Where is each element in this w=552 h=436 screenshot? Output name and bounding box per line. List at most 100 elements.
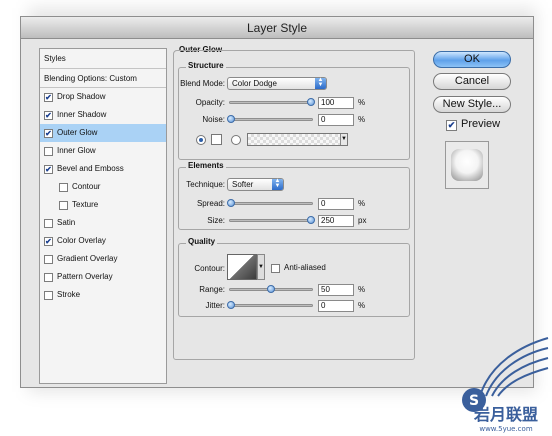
watermark-url: www.5yue.com	[479, 425, 532, 433]
noise-unit: %	[358, 115, 366, 124]
spread-unit: %	[358, 199, 366, 208]
gradient-dropdown-icon[interactable]: ▼	[340, 134, 347, 145]
preview-label: Preview	[461, 118, 501, 130]
spread-label: Spread:	[196, 199, 225, 208]
watermark-text: 岩月联盟	[473, 405, 538, 424]
layer-style-dialog: Layer Style Styles Blending Options: Cus…	[20, 16, 534, 388]
style-item-contour[interactable]: Contour	[40, 178, 166, 196]
style-checkbox[interactable]: ✔	[44, 110, 53, 120]
style-checkbox[interactable]	[59, 200, 68, 210]
styles-panel: Styles Blending Options: Custom ✔ Drop Sh…	[39, 48, 167, 384]
technique-value: Softer	[232, 180, 254, 189]
style-list: ✔ Drop Shadow ✔ Inner Shadow ✔ Outer Glow Inne…	[40, 88, 166, 304]
styles-header[interactable]: Styles	[40, 49, 166, 69]
style-checkbox[interactable]	[59, 182, 68, 192]
style-item-label: Gradient Overlay	[57, 254, 118, 263]
style-checkbox[interactable]: ✔	[44, 164, 53, 174]
dialog-title: Layer Style	[21, 17, 533, 39]
style-item-label: Contour	[72, 182, 101, 191]
style-checkbox[interactable]	[44, 272, 53, 282]
style-checkbox[interactable]	[44, 146, 53, 156]
style-item-outer-glow[interactable]: ✔ Outer Glow	[40, 124, 166, 142]
style-item-bevel-and-emboss[interactable]: ✔ Bevel and Emboss	[40, 160, 166, 178]
range-field[interactable]: 50	[318, 284, 354, 296]
size-unit: px	[358, 216, 367, 225]
contour-dropdown-icon[interactable]: ▼	[257, 254, 265, 280]
anti-aliased-label: Anti-aliased	[284, 263, 326, 272]
preview-glow-swatch	[451, 149, 483, 181]
spread-field[interactable]: 0	[318, 198, 354, 210]
style-item-label: Stroke	[57, 290, 81, 299]
style-item-label: Drop Shadow	[57, 92, 106, 101]
style-checkbox[interactable]: ✔	[44, 92, 53, 102]
size-slider-knob[interactable]	[307, 216, 315, 224]
blend-mode-value: Color Dodge	[232, 79, 277, 88]
size-label: Size:	[207, 216, 225, 225]
glow-color-swatch[interactable]	[211, 134, 222, 145]
solid-color-radio[interactable]	[196, 135, 206, 145]
style-item-label: Bevel and Emboss	[57, 164, 124, 173]
new-style-button[interactable]: New Style...	[433, 96, 511, 113]
style-checkbox[interactable]: ✔	[44, 128, 53, 138]
style-item-label: Texture	[72, 200, 99, 209]
opacity-label: Opacity:	[195, 98, 225, 107]
style-item-texture[interactable]: Texture	[40, 196, 166, 214]
technique-select[interactable]: Softer ▲ ▼	[227, 178, 284, 191]
spread-slider[interactable]	[229, 202, 313, 205]
preview-checkbox[interactable]: ✔	[446, 120, 457, 131]
style-item-label: Inner Glow	[57, 146, 96, 155]
range-label: Range:	[199, 285, 225, 294]
noise-slider-knob[interactable]	[227, 115, 235, 123]
opacity-slider[interactable]	[229, 101, 313, 104]
jitter-unit: %	[358, 301, 366, 310]
style-item-color-overlay[interactable]: ✔ Color Overlay	[40, 232, 166, 250]
blend-mode-select[interactable]: Color Dodge ▲ ▼	[227, 77, 327, 90]
opacity-slider-knob[interactable]	[307, 98, 315, 106]
style-item-label: Pattern Overlay	[57, 272, 113, 281]
style-preview-thumbnail	[445, 141, 489, 189]
select-arrows-icon: ▲ ▼	[315, 77, 326, 89]
contour-thumbnail[interactable]	[227, 254, 257, 280]
contour-label: Contour:	[194, 264, 225, 273]
elements-title: Elements	[186, 161, 226, 170]
style-checkbox[interactable]: ✔	[44, 236, 53, 246]
jitter-field[interactable]: 0	[318, 300, 354, 312]
gradient-radio[interactable]	[231, 135, 241, 145]
quality-title: Quality	[186, 237, 218, 246]
ok-button[interactable]: OK	[433, 51, 511, 68]
watermark-logo: S 岩月联盟 www.5yue.com	[462, 337, 549, 433]
noise-slider[interactable]	[229, 118, 313, 121]
style-item-label: Satin	[57, 218, 76, 227]
size-slider[interactable]	[229, 219, 313, 222]
style-item-satin[interactable]: Satin	[40, 214, 166, 232]
style-item-inner-glow[interactable]: Inner Glow	[40, 142, 166, 160]
style-item-inner-shadow[interactable]: ✔ Inner Shadow	[40, 106, 166, 124]
noise-label: Noise:	[202, 115, 225, 124]
cancel-button[interactable]: Cancel	[433, 73, 511, 90]
style-item-pattern-overlay[interactable]: Pattern Overlay	[40, 268, 166, 286]
style-item-gradient-overlay[interactable]: Gradient Overlay	[40, 250, 166, 268]
size-field[interactable]: 250	[318, 215, 354, 227]
style-checkbox[interactable]	[44, 254, 53, 264]
range-slider-knob[interactable]	[267, 285, 275, 293]
opacity-field[interactable]: 100	[318, 97, 354, 109]
anti-aliased-checkbox[interactable]	[271, 264, 280, 273]
jitter-slider[interactable]	[229, 304, 313, 307]
spread-slider-knob[interactable]	[227, 199, 235, 207]
style-checkbox[interactable]	[44, 290, 53, 300]
range-unit: %	[358, 285, 366, 294]
style-item-stroke[interactable]: Stroke	[40, 286, 166, 304]
blending-options-item[interactable]: Blending Options: Custom	[40, 69, 166, 88]
structure-title: Structure	[186, 61, 226, 70]
jitter-label: Jitter:	[205, 301, 225, 310]
style-checkbox[interactable]	[44, 218, 53, 228]
style-item-label: Color Overlay	[57, 236, 106, 245]
style-item-drop-shadow[interactable]: ✔ Drop Shadow	[40, 88, 166, 106]
opacity-unit: %	[358, 98, 366, 107]
noise-field[interactable]: 0	[318, 114, 354, 126]
glow-gradient-picker[interactable]: ▼	[247, 133, 348, 146]
style-item-label: Inner Shadow	[57, 110, 107, 119]
style-item-label: Outer Glow	[57, 128, 98, 137]
select-arrows-icon: ▲ ▼	[272, 178, 283, 190]
jitter-slider-knob[interactable]	[227, 301, 235, 309]
